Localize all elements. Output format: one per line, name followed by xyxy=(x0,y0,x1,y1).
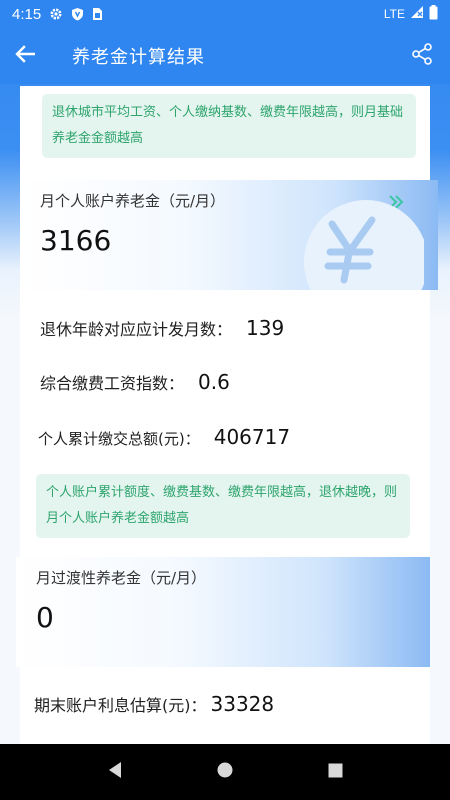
nav-home-icon xyxy=(217,762,233,782)
personal-pension-value: 3166 xyxy=(40,224,112,257)
wage-index-value: 0.6 xyxy=(198,370,230,394)
gear-icon xyxy=(49,7,63,21)
wage-index-label: 综合缴费工资指数： xyxy=(40,374,185,393)
shield-icon xyxy=(71,7,84,21)
page-title: 养老金计算结果 xyxy=(72,47,205,68)
interest-estimate-label: 期末账户利息估算(元)： xyxy=(34,696,207,715)
row-total-contribution: 个人累计缴交总额(元)： 406717 xyxy=(38,425,290,449)
transition-pension-value: 0 xyxy=(36,601,54,634)
network-label: LTE xyxy=(383,7,405,21)
tip-basic-pension: 退休城市平均工资、个人缴纳基数、缴费年限越高，则月基础养老金金额越高 xyxy=(42,94,416,158)
share-button[interactable] xyxy=(398,28,446,84)
system-nav-bar xyxy=(0,744,450,800)
nav-back-button[interactable] xyxy=(91,748,139,796)
payout-months-label: 退休年龄对应应计发月数： xyxy=(40,320,233,339)
interest-estimate-value: 33328 xyxy=(210,692,275,716)
total-contribution-value: 406717 xyxy=(213,425,291,449)
nav-home-button[interactable] xyxy=(201,748,249,796)
back-arrow-icon xyxy=(15,45,36,67)
status-time: 4:15 xyxy=(12,5,42,23)
back-button[interactable] xyxy=(0,28,50,84)
nav-back-icon xyxy=(107,761,123,783)
transition-pension-label: 月过渡性养老金（元/月） xyxy=(36,569,207,587)
row-payout-months: 退休年龄对应应计发月数： 139 xyxy=(40,316,284,340)
yen-coin-icon xyxy=(298,200,424,290)
personal-pension-label: 月个人账户养老金（元/月） xyxy=(40,192,226,210)
battery-icon xyxy=(429,4,438,24)
nav-recents-button[interactable] xyxy=(311,748,359,796)
payout-months-value: 139 xyxy=(246,316,285,340)
share-icon xyxy=(411,43,433,69)
status-bar: 4:15 LTE xyxy=(0,0,450,28)
status-right: LTE xyxy=(383,4,438,24)
tip-personal-account: 个人账户累计额度、缴费基数、缴费年限越高，退休越晚，则月个人账户养老金额越高 xyxy=(36,474,410,538)
nav-recents-icon xyxy=(328,763,343,782)
row-interest-estimate: 期末账户利息估算(元)： 33328 xyxy=(34,692,274,716)
transition-pension-banner[interactable]: 月过渡性养老金（元/月） 0 xyxy=(16,557,430,667)
row-wage-index: 综合缴费工资指数： 0.6 xyxy=(40,370,230,394)
total-contribution-label: 个人累计缴交总额(元)： xyxy=(38,430,200,448)
signal-icon xyxy=(410,5,424,23)
sim-icon xyxy=(92,7,103,21)
app-bar: 养老金计算结果 xyxy=(0,28,450,84)
personal-pension-banner[interactable]: 月个人账户养老金（元/月） 3166 xyxy=(20,180,438,290)
